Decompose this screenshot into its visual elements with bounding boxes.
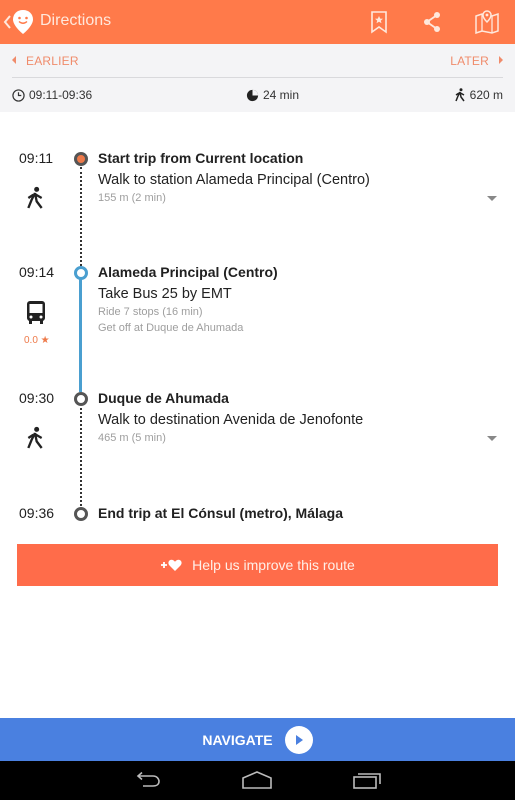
step-instruction: Walk to destination Avenida de Jenofonte: [98, 412, 364, 428]
back-icon[interactable]: [2, 12, 12, 32]
step-detail: 465 m (5 min): [98, 432, 166, 444]
walk-icon: [27, 186, 43, 209]
walk-icon: [27, 426, 43, 449]
improve-route-label: Help us improve this route: [192, 557, 355, 573]
add-heart-icon: [161, 559, 182, 571]
step-title: Duque de Ahumada: [98, 390, 229, 406]
navigate-label: NAVIGATE: [202, 731, 273, 748]
route-rating: 0.0 ★: [24, 335, 50, 346]
improve-route-button[interactable]: Help us improve this route: [17, 544, 498, 586]
step-time: 09:36: [19, 505, 55, 521]
expand-chevron-icon[interactable]: [487, 436, 497, 441]
time-navigation: EARLIER LATER: [12, 44, 503, 78]
start-node-icon: [74, 152, 88, 166]
page-title: Directions: [40, 12, 112, 29]
route-summary-bar: EARLIER LATER 09:11-09:36 24 min 620 m: [0, 44, 515, 112]
step-detail: 155 m (2 min): [98, 192, 166, 204]
walk-connector: [80, 403, 82, 506]
share-icon[interactable]: [419, 10, 445, 34]
app-bar: Directions: [0, 0, 515, 44]
earlier-label: EARLIER: [26, 54, 79, 68]
bus-icon: [27, 301, 45, 324]
end-node-icon: [74, 507, 88, 521]
bus-connector: [79, 278, 82, 392]
walk-connector: [80, 167, 82, 270]
earlier-button[interactable]: EARLIER: [12, 54, 79, 68]
step-time: 09:30: [19, 390, 55, 406]
stop-node-icon: [74, 392, 88, 406]
back-nav-icon[interactable]: [133, 771, 163, 789]
map-pin-icon[interactable]: [474, 10, 500, 34]
clock-icon: [12, 88, 25, 102]
time-range-value: 09:11-09:36: [29, 88, 93, 102]
time-range: 09:11-09:36: [12, 88, 92, 102]
later-button[interactable]: LATER: [450, 54, 503, 68]
recents-nav-icon[interactable]: [352, 771, 384, 789]
system-navigation-bar: [0, 761, 515, 800]
home-nav-icon[interactable]: [241, 771, 273, 789]
chevron-left-icon: [12, 56, 16, 64]
walk-distance: 620 m: [454, 88, 503, 102]
step-detail: Ride 7 stops (16 min): [98, 306, 203, 318]
walk-icon: [454, 88, 465, 102]
step-detail-getoff: Get off at Duque de Ahumada: [98, 322, 244, 334]
play-icon: [284, 725, 313, 754]
step-time: 09:14: [19, 264, 55, 280]
chevron-right-icon: [499, 56, 503, 64]
duration-value: 24 min: [263, 88, 300, 102]
navigate-button[interactable]: NAVIGATE: [0, 718, 515, 761]
app-logo-icon[interactable]: [12, 9, 34, 35]
bus-stop-node-icon: [74, 266, 88, 280]
trip-summary: 09:11-09:36 24 min 620 m: [12, 88, 503, 108]
step-title: Alameda Principal (Centro): [98, 264, 278, 280]
expand-chevron-icon[interactable]: [487, 196, 497, 201]
step-title: Start trip from Current location: [98, 150, 304, 166]
step-time: 09:11: [19, 150, 53, 166]
duration: 24 min: [246, 88, 299, 102]
duration-pie-icon: [246, 89, 259, 101]
step-instruction: Walk to station Alameda Principal (Centr…: [98, 172, 370, 188]
step-instruction: Take Bus 25 by EMT: [98, 286, 232, 302]
walk-distance-value: 620 m: [469, 88, 503, 102]
step-title: End trip at El Cónsul (metro), Málaga: [98, 505, 344, 521]
later-label: LATER: [450, 54, 489, 68]
bookmark-star-icon[interactable]: [366, 10, 392, 34]
